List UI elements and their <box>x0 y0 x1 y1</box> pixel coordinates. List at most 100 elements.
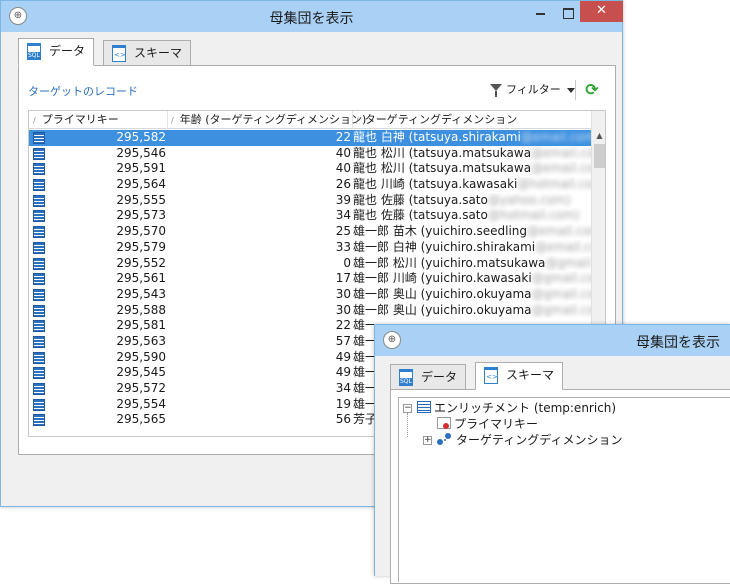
age-cell: 22 <box>335 130 351 144</box>
expand-icon[interactable]: + <box>423 436 432 445</box>
record-icon <box>33 288 45 301</box>
record-icon <box>33 351 45 364</box>
collapse-icon[interactable]: − <box>403 404 412 413</box>
age-cell: 0 <box>343 255 351 270</box>
column-header-age[interactable]: / 年齢 (ターゲティングディメンション) <box>168 111 366 129</box>
table-row[interactable]: 295,582 22 龍也 白神 (tatsuya.shirakami@email.… <box>29 130 591 146</box>
column-header-targeting-dimension[interactable]: / ターゲティングディメンション <box>353 111 591 129</box>
filter-label: フィルター <box>506 83 561 96</box>
sort-icon: / <box>171 116 174 125</box>
minimize-button[interactable] <box>529 1 553 22</box>
record-icon <box>33 210 45 223</box>
targeting-dimension-text: 龍也 川崎 (tatsuya.kawasaki <box>353 177 518 192</box>
close-button[interactable]: ✕ <box>580 1 623 22</box>
record-icon <box>33 147 45 160</box>
record-icon <box>33 414 45 427</box>
tree-connector <box>407 413 408 437</box>
table-row[interactable]: 295,552 0 雄一郎 松川 (yuichiro.matsukawa@gmail… <box>29 256 591 272</box>
age-cell: 49 <box>335 349 351 364</box>
target-records-link[interactable]: ターゲットのレコード <box>28 83 138 99</box>
scroll-thumb[interactable] <box>594 144 605 168</box>
sql-data-icon <box>399 369 413 386</box>
redacted-email: @hotmail.com) <box>487 208 580 223</box>
filter-button[interactable]: フィルター <box>490 81 575 99</box>
age-cell: 19 <box>335 396 351 411</box>
tree-node-enrichment[interactable]: エンリッチメント (temp:enrich) <box>417 400 616 416</box>
targeting-dimension-text: 雄一郎 奥山 (yuichiro.okuyama <box>353 286 532 301</box>
record-icon <box>33 179 45 192</box>
redacted-email: @yahoo.com) <box>487 192 571 207</box>
redacted-email: @email.com <box>527 224 591 239</box>
table-row[interactable]: 295,570 25 雄一郎 苗木 (yuichiro.seedling@email… <box>29 224 591 240</box>
table-row[interactable]: 295,579 33 雄一郎 白神 (yuichiro.shirakami@emai… <box>29 240 591 256</box>
primary-key-cell: 295,581 <box>116 318 166 333</box>
tree-node-label: プライマリキー <box>454 417 539 431</box>
tree-node-targeting-dimension[interactable]: ターゲティングディメンション <box>437 432 622 448</box>
maximize-button[interactable] <box>556 1 580 22</box>
age-cell: 57 <box>335 333 351 348</box>
record-icon <box>33 335 45 348</box>
scroll-up-icon[interactable]: ▲ <box>592 129 605 143</box>
targeting-dimension-text: 龍也 松川 (tatsuya.matsukawa <box>353 145 532 160</box>
age-cell: 30 <box>335 302 351 317</box>
chevron-down-icon <box>566 88 575 93</box>
targeting-dimension-text: 雄一郎 川崎 (yuichiro.kawasaki <box>353 271 532 286</box>
schema-population-window: ⊕ 母集団を表示 データ スキーマ − エンリッチメント (temp:enric… <box>374 324 730 584</box>
main-title-bar[interactable]: ⊕ 母集団を表示 ✕ <box>1 1 623 32</box>
refresh-icon[interactable]: ⟳ <box>584 80 600 100</box>
sort-icon: / <box>33 116 36 125</box>
primary-key-cell: 295,564 <box>116 177 166 192</box>
record-icon <box>33 194 45 207</box>
primary-key-cell: 295,573 <box>116 208 166 223</box>
redacted-email: @email.com <box>520 130 591 144</box>
primary-key-cell: 295,543 <box>116 286 166 301</box>
targeting-dimension-cell: 龍也 松川 (tatsuya.matsukawa@email.com <box>353 146 591 162</box>
targeting-dimension-cell: 雄一郎 奥山 (yuichiro.okuyama@gmail.com <box>353 303 591 319</box>
tree-node-primary-key[interactable]: プライマリキー <box>437 416 538 432</box>
age-cell: 39 <box>335 192 351 207</box>
table-row[interactable]: 295,561 17 雄一郎 川崎 (yuichiro.kawasaki@gmail… <box>29 271 591 287</box>
table-row[interactable]: 295,591 40 龍也 松川 (tatsuya.matsukawa@email.… <box>29 161 591 177</box>
redacted-email: @hotmail.com <box>517 177 591 192</box>
age-cell: 17 <box>335 271 351 286</box>
targeting-dimension-text: 雄一郎 苗木 (yuichiro.seedling <box>353 224 528 239</box>
link-icon <box>437 433 453 445</box>
age-cell: 49 <box>335 365 351 380</box>
targeting-dimension-cell: 龍也 佐藤 (tatsuya.sato@yahoo.com) <box>353 193 591 209</box>
primary-key-cell: 295,591 <box>116 161 166 176</box>
age-cell: 33 <box>335 239 351 254</box>
tab-schema-label: スキーマ <box>134 46 183 60</box>
primary-key-icon <box>437 417 451 429</box>
record-icon <box>33 273 45 286</box>
primary-key-cell: 295,572 <box>116 381 166 395</box>
sql-data-icon <box>27 43 41 60</box>
tab-data-label: データ <box>421 370 458 384</box>
record-icon <box>33 241 45 254</box>
table-row[interactable]: 295,546 40 龍也 松川 (tatsuya.matsukawa@email.… <box>29 146 591 162</box>
primary-key-cell: 295,563 <box>116 333 166 348</box>
table-row[interactable]: 295,564 26 龍也 川崎 (tatsuya.kawasaki@hotmail… <box>29 177 591 193</box>
tab-data[interactable]: データ <box>18 38 95 66</box>
table-row[interactable]: 295,543 30 雄一郎 奥山 (yuichiro.okuyama@gmail.… <box>29 287 591 303</box>
schema-title-bar[interactable]: ⊕ 母集団を表示 <box>375 325 730 356</box>
primary-key-cell: 295,561 <box>116 271 166 286</box>
column-header-primary-key[interactable]: / プライマリキー <box>29 111 168 129</box>
table-row[interactable]: 295,573 34 龍也 佐藤 (tatsuya.sato@hotmail.com… <box>29 208 591 224</box>
table-row[interactable]: 295,588 30 雄一郎 奥山 (yuichiro.okuyama@gmail.… <box>29 303 591 319</box>
tab-data[interactable]: データ <box>390 364 467 390</box>
table-row[interactable]: 295,555 39 龍也 佐藤 (tatsuya.sato@yahoo.com) <box>29 193 591 209</box>
tab-schema[interactable]: スキーマ <box>103 40 192 66</box>
targeting-dimension-cell: 龍也 佐藤 (tatsuya.sato@hotmail.com) <box>353 208 591 224</box>
schema-icon <box>112 45 126 62</box>
grid-header: / プライマリキー / 年齢 (ターゲティングディメンション) / ターゲティングディ… <box>29 111 605 129</box>
targeting-dimension-cell: 雄一郎 白神 (yuichiro.shirakami@email.com <box>353 240 591 256</box>
age-cell: 34 <box>335 381 351 395</box>
primary-key-cell: 295,554 <box>116 396 166 411</box>
age-cell: 25 <box>335 224 351 239</box>
tree-node-label: ターゲティングディメンション <box>456 433 623 447</box>
tab-schema[interactable]: スキーマ <box>475 362 564 390</box>
redacted-email: @email.com <box>531 145 591 160</box>
primary-key-cell: 295,579 <box>116 239 166 254</box>
targeting-dimension-text: 龍也 佐藤 (tatsuya.sato <box>353 208 488 223</box>
redacted-email: @gmail.com <box>531 271 591 286</box>
